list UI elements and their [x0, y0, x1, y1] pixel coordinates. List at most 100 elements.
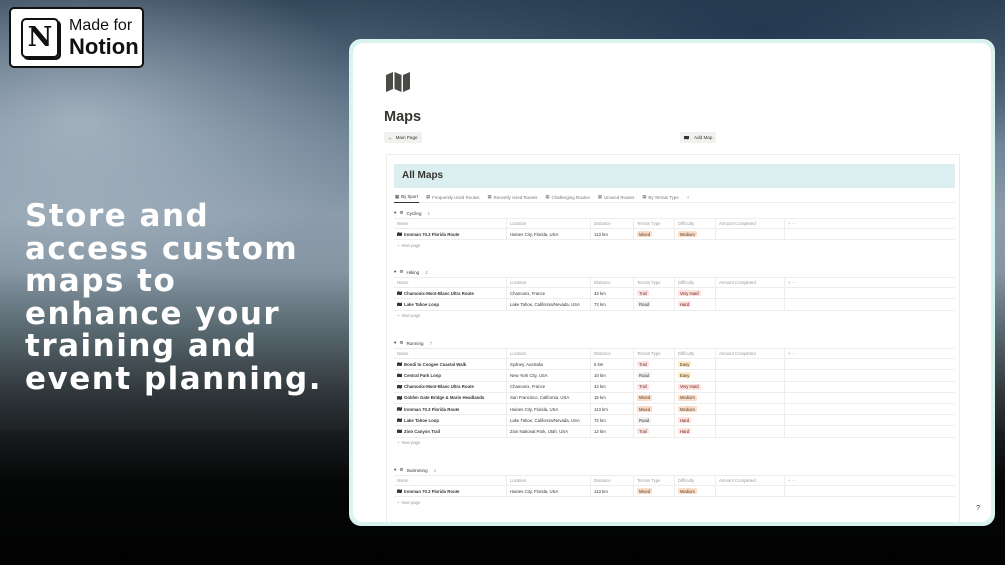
row-difficulty-cell[interactable]: Medium: [675, 392, 716, 403]
table-row[interactable]: Central Park Loop New York City, USA 10 km…: [394, 370, 955, 382]
table-row[interactable]: Chamonix-Mont-Blanc Ultra Route Chamonix,…: [394, 288, 955, 300]
row-difficulty-cell[interactable]: Hard: [675, 415, 716, 426]
group-header[interactable]: ▾ ⚙ Cycling 1: [394, 208, 955, 218]
new-page-button[interactable]: + New page: [394, 311, 955, 321]
row-difficulty-cell[interactable]: Medium: [675, 229, 716, 240]
column-terrain[interactable]: Terrain Type: [634, 219, 675, 229]
table-row[interactable]: Zion Canyon Trail Zion National Park, Uta…: [394, 426, 955, 438]
row-amount-completed[interactable]: [716, 288, 785, 299]
column-name[interactable]: Name: [394, 349, 507, 359]
caret-down-icon[interactable]: ▾: [394, 340, 396, 346]
add-view-button[interactable]: +: [686, 192, 691, 203]
row-name-cell[interactable]: Lake Tahoe Loop: [394, 299, 507, 310]
row-amount-completed[interactable]: [716, 392, 785, 403]
table-row[interactable]: Lake Tahoe Loop Lake Tahoe, California/Ne…: [394, 299, 955, 311]
table-row[interactable]: Ironman 70.3 Florida Route Haines City, F…: [394, 229, 955, 241]
row-terrain-cell[interactable]: Road: [634, 299, 675, 310]
column-amount[interactable]: Amount Completed: [716, 278, 785, 288]
row-terrain-cell[interactable]: Trail: [634, 426, 675, 437]
row-difficulty-cell[interactable]: Easy: [675, 359, 716, 370]
column-amount[interactable]: Amount Completed: [716, 476, 785, 486]
row-terrain-cell[interactable]: Trail: [634, 381, 675, 392]
tab-by-terrain-type[interactable]: ▦ By Terrain Type: [641, 192, 680, 203]
column-difficulty[interactable]: Difficulty: [675, 476, 716, 486]
tab-frequently-used-routes[interactable]: ▦ Frequently Used Routes: [425, 192, 481, 203]
row-terrain-cell[interactable]: Mixed: [634, 392, 675, 403]
column-difficulty[interactable]: Difficulty: [675, 219, 716, 229]
group-header[interactable]: ▾ ⚙ Hiking 2: [394, 267, 955, 277]
add-property-button[interactable]: + ⋯: [785, 278, 805, 287]
row-difficulty-cell[interactable]: Medium: [675, 486, 716, 497]
tab-recently-used-routes[interactable]: ▦ Recently Used Routes: [487, 192, 539, 203]
row-difficulty-cell[interactable]: Hard: [675, 299, 716, 310]
row-terrain-cell[interactable]: Mixed: [634, 403, 675, 415]
table-row[interactable]: Ironman 70.3 Florida Route Haines City, F…: [394, 486, 955, 498]
new-page-button[interactable]: + New page: [394, 497, 955, 507]
column-name[interactable]: Name: [394, 278, 507, 288]
column-terrain[interactable]: Terrain Type: [634, 278, 675, 288]
column-location[interactable]: Location: [507, 278, 591, 288]
row-amount-completed[interactable]: [716, 370, 785, 381]
add-property-button[interactable]: + ⋯: [785, 476, 805, 485]
column-distance[interactable]: Distance: [591, 349, 634, 359]
new-page-button[interactable]: + New page: [394, 438, 955, 448]
row-terrain-cell[interactable]: Road: [634, 415, 675, 426]
row-amount-completed[interactable]: [716, 426, 785, 437]
caret-down-icon[interactable]: ▾: [394, 269, 396, 275]
row-name-cell[interactable]: Chamonix-Mont-Blanc Ultra Route: [394, 288, 507, 299]
column-location[interactable]: Location: [507, 476, 591, 486]
table-row[interactable]: Bondi to Coogee Coastal Walk Sydney, Aust…: [394, 359, 955, 371]
row-terrain-cell[interactable]: Trail: [634, 359, 675, 370]
row-name-cell[interactable]: Ironman 70.3 Florida Route: [394, 486, 507, 497]
main-page-button[interactable]: ← Main Page: [384, 132, 422, 143]
tab-by-sport[interactable]: ▦ By Sport: [394, 192, 419, 203]
tab-challenging-routes[interactable]: ▦ Challenging Routes: [544, 192, 590, 203]
table-row[interactable]: Ironman 70.3 Florida Route Haines City, F…: [394, 403, 955, 416]
column-distance[interactable]: Distance: [591, 219, 634, 229]
add-property-button[interactable]: + ⋯: [785, 219, 805, 228]
row-name-cell[interactable]: Lake Tahoe Loop: [394, 415, 507, 426]
row-terrain-cell[interactable]: Road: [634, 370, 675, 381]
column-distance[interactable]: Distance: [591, 476, 634, 486]
row-name-cell[interactable]: Chamonix-Mont-Blanc Ultra Route: [394, 381, 507, 392]
column-name[interactable]: Name: [394, 476, 507, 486]
row-difficulty-cell[interactable]: Very Hard: [675, 288, 716, 299]
add-property-button[interactable]: + ⋯: [785, 349, 805, 358]
column-location[interactable]: Location: [507, 219, 591, 229]
row-name-cell[interactable]: Ironman 70.3 Florida Route: [394, 403, 507, 415]
row-amount-completed[interactable]: [716, 403, 785, 415]
column-distance[interactable]: Distance: [591, 278, 634, 288]
table-row[interactable]: Golden Gate Bridge & Marin Headlands San …: [394, 392, 955, 404]
help-icon[interactable]: ?: [976, 505, 980, 512]
column-amount[interactable]: Amount Completed: [716, 349, 785, 359]
table-row[interactable]: Chamonix-Mont-Blanc Ultra Route Chamonix,…: [394, 381, 955, 393]
row-difficulty-cell[interactable]: Hard: [675, 426, 716, 437]
column-terrain[interactable]: Terrain Type: [634, 349, 675, 359]
column-difficulty[interactable]: Difficulty: [675, 349, 716, 359]
row-amount-completed[interactable]: [716, 299, 785, 310]
row-difficulty-cell[interactable]: Medium: [675, 403, 716, 415]
row-amount-completed[interactable]: [716, 381, 785, 392]
row-difficulty-cell[interactable]: Easy: [675, 370, 716, 381]
group-header[interactable]: ▾ ⚙ Swimming 1: [394, 465, 955, 475]
row-terrain-cell[interactable]: Trail: [634, 288, 675, 299]
row-name-cell[interactable]: Bondi to Coogee Coastal Walk: [394, 359, 507, 370]
row-difficulty-cell[interactable]: Very Hard: [675, 381, 716, 392]
row-name-cell[interactable]: Zion Canyon Trail: [394, 426, 507, 437]
column-amount[interactable]: Amount Completed: [716, 219, 785, 229]
group-header[interactable]: ▾ ⚙ Running 7: [394, 338, 955, 348]
row-name-cell[interactable]: Golden Gate Bridge & Marin Headlands: [394, 392, 507, 403]
caret-down-icon[interactable]: ▾: [394, 210, 396, 216]
row-amount-completed[interactable]: [716, 415, 785, 426]
column-location[interactable]: Location: [507, 349, 591, 359]
caret-down-icon[interactable]: ▾: [394, 467, 396, 473]
row-name-cell[interactable]: Central Park Loop: [394, 370, 507, 381]
column-terrain[interactable]: Terrain Type: [634, 476, 675, 486]
column-name[interactable]: Name: [394, 219, 507, 229]
row-name-cell[interactable]: Ironman 70.3 Florida Route: [394, 229, 507, 240]
row-terrain-cell[interactable]: Mixed: [634, 229, 675, 240]
table-row[interactable]: Lake Tahoe Loop Lake Tahoe, California/Ne…: [394, 415, 955, 427]
row-amount-completed[interactable]: [716, 229, 785, 240]
column-difficulty[interactable]: Difficulty: [675, 278, 716, 288]
row-amount-completed[interactable]: [716, 486, 785, 497]
